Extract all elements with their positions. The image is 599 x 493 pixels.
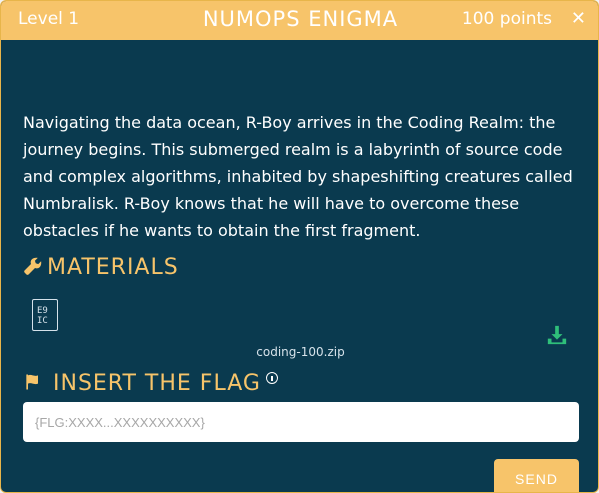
file-icon-text-1: E9 <box>37 306 48 316</box>
points-label: 100 points <box>461 9 552 29</box>
file-icon-text-2: IC <box>37 316 48 326</box>
flag-label: INSERT THE FLAG <box>53 371 261 396</box>
material-filename[interactable]: coding-100.zip <box>1 345 598 359</box>
wrench-icon <box>24 257 42 275</box>
flag-input[interactable] <box>23 402 579 442</box>
materials-heading: MATERIALS <box>23 255 179 280</box>
challenge-description: Navigating the data ocean, R-Boy arrives… <box>23 113 573 240</box>
materials-label: MATERIALS <box>47 255 179 280</box>
close-icon[interactable]: ✕ <box>571 8 586 29</box>
download-icon[interactable] <box>546 324 568 346</box>
send-button[interactable]: SEND <box>494 459 579 492</box>
challenge-modal: Level 1 NUMOPS ENIGMA 100 points ✕ Navig… <box>0 0 599 493</box>
zip-file-icon: E9 IC <box>32 299 58 331</box>
modal-header: Level 1 NUMOPS ENIGMA 100 points ✕ <box>1 1 598 40</box>
flag-icon <box>26 374 38 390</box>
info-icon[interactable] <box>266 372 278 384</box>
flag-heading: INSERT THE FLAG <box>23 371 261 396</box>
